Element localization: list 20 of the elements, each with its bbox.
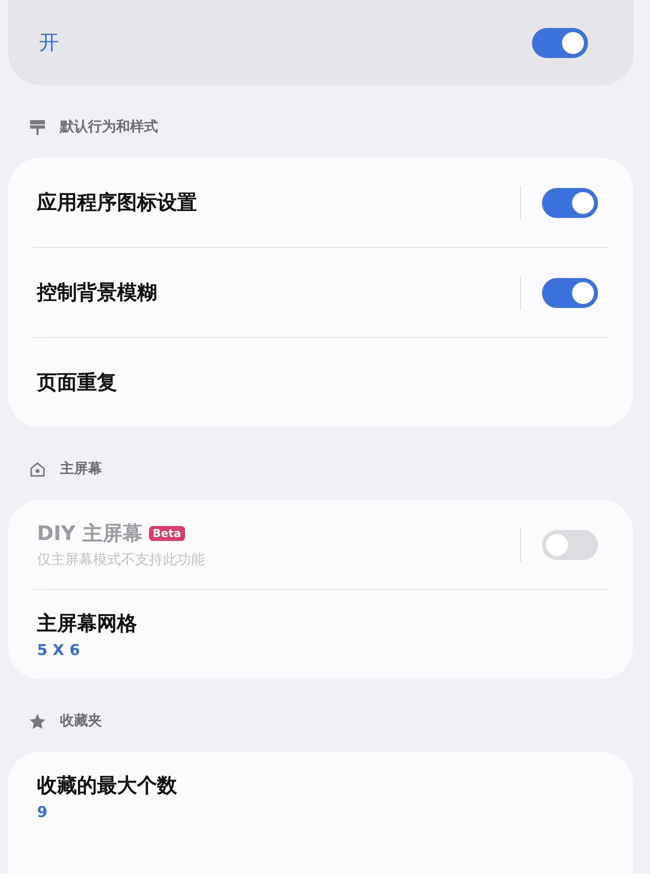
brush-icon [29, 118, 46, 136]
section-title: 默认行为和样式 [60, 118, 158, 136]
beta-badge: Beta [148, 526, 186, 541]
setting-title: DIY 主屏幕 [37, 520, 142, 547]
setting-title: 控制背景模糊 [37, 279, 157, 306]
section-title: 主屏幕 [60, 460, 102, 478]
toggle-switch[interactable] [542, 278, 598, 308]
home-settings-icon [29, 460, 46, 478]
setting-description: 仅主屏幕模式不支持此功能 [37, 551, 206, 569]
setting-title: 应用程序图标设置 [37, 189, 197, 216]
toggle-switch[interactable] [532, 28, 588, 58]
setting-title: 页面重复 [37, 369, 117, 396]
setting-title: 收藏的最大个数 [37, 772, 177, 799]
setting-value: 9 [37, 803, 48, 821]
setting-title: 主屏幕网格 [37, 610, 137, 637]
setting-value: 5 X 6 [37, 641, 81, 659]
section-title: 收藏夹 [60, 712, 102, 730]
master-label: 开 [39, 29, 59, 56]
toggle-switch[interactable] [542, 188, 598, 218]
star-icon [29, 712, 46, 730]
